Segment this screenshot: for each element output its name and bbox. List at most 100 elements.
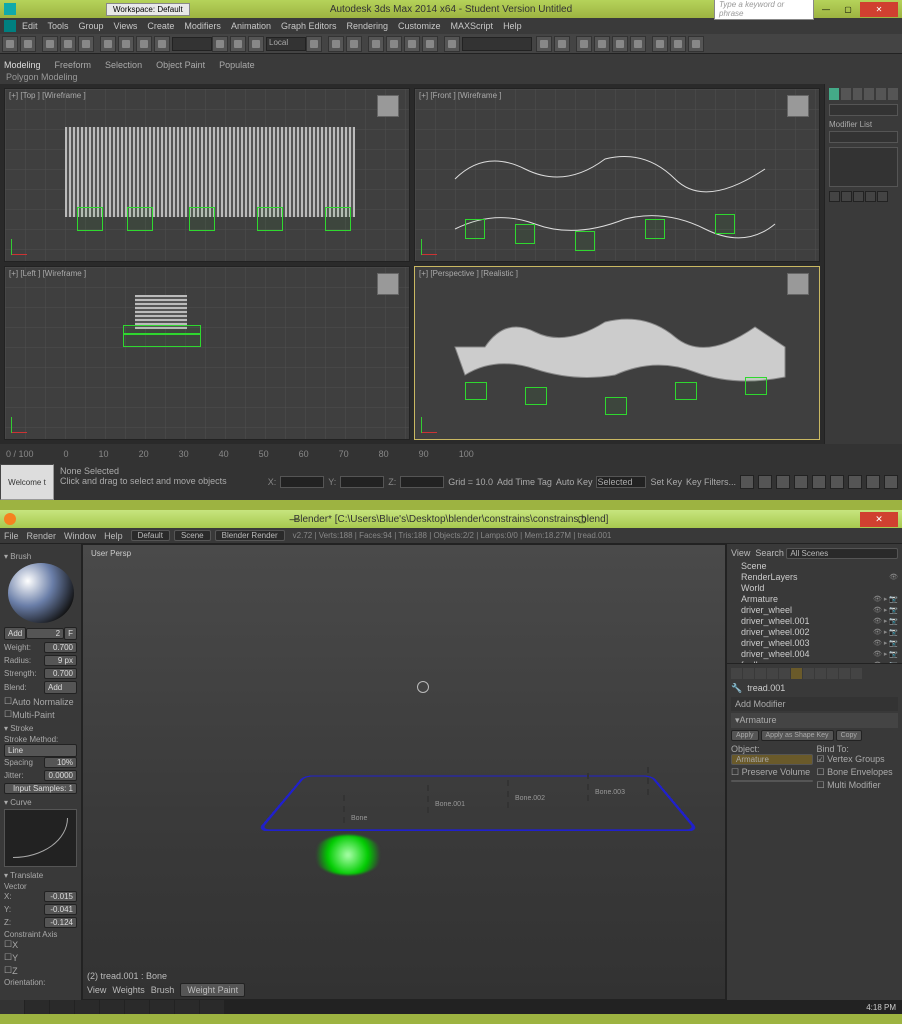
spline-front[interactable]: [445, 139, 785, 259]
selected-dropdown[interactable]: Selected: [596, 476, 646, 488]
tool-align-icon[interactable]: [554, 36, 570, 52]
brush-num[interactable]: 2: [26, 628, 64, 639]
tool-layer-icon[interactable]: [576, 36, 592, 52]
logo-icon[interactable]: [4, 20, 16, 32]
cy-check[interactable]: ☐: [4, 952, 12, 963]
viewnav-icon[interactable]: [848, 475, 862, 489]
renderer-dropdown[interactable]: Blender Render: [215, 530, 285, 541]
bone[interactable]: [583, 773, 593, 801]
menu-maxscript[interactable]: MAXScript: [451, 21, 494, 31]
menu-views[interactable]: Views: [114, 21, 138, 31]
tool-editnamed-icon[interactable]: [444, 36, 460, 52]
coord-y[interactable]: [340, 476, 384, 488]
mesh-top[interactable]: [65, 127, 355, 217]
tool-redo-icon[interactable]: [20, 36, 36, 52]
layout-dropdown[interactable]: Default: [131, 530, 170, 541]
tab-freeform[interactable]: Freeform: [55, 60, 92, 70]
viewport-top[interactable]: [+] [Top ] [Wireframe ]: [4, 88, 410, 262]
vgroup-field[interactable]: [731, 780, 813, 782]
autonorm-check[interactable]: ☐: [4, 696, 12, 707]
tool-link-icon[interactable]: [42, 36, 58, 52]
play-end-icon[interactable]: [812, 475, 826, 489]
menu-modifiers[interactable]: Modifiers: [184, 21, 221, 31]
tool-select-icon[interactable]: [100, 36, 116, 52]
menu-rendering[interactable]: Rendering: [347, 21, 389, 31]
taskbar-app[interactable]: [25, 1000, 49, 1014]
pin-stack-icon[interactable]: [829, 191, 840, 202]
tab-objectpaint[interactable]: Object Paint: [156, 60, 205, 70]
name-color-field[interactable]: [829, 104, 898, 116]
viewcube-icon[interactable]: [787, 273, 809, 295]
max-titlebar[interactable]: Workspace: Default Autodesk 3ds Max 2014…: [0, 0, 902, 18]
view-menu-brush[interactable]: Brush: [151, 985, 175, 995]
input-samples[interactable]: Input Samples: 1: [4, 783, 77, 794]
modifier-list-dropdown[interactable]: [829, 131, 898, 143]
tool-mirror-icon[interactable]: [536, 36, 552, 52]
viewport-left[interactable]: [+] [Left ] [Wireframe ]: [4, 266, 410, 440]
tool-percentsnap-icon[interactable]: [404, 36, 420, 52]
add-modifier-dropdown[interactable]: Add Modifier: [731, 697, 898, 711]
create-tab-icon[interactable]: [829, 88, 839, 100]
view-menu-view[interactable]: View: [87, 985, 106, 995]
timeline[interactable]: 0 / 100 0 10 20 30 40 50 60 70 80 90 100: [0, 444, 902, 464]
play-prev-icon[interactable]: [758, 475, 772, 489]
viewport-label[interactable]: [+] [Left ] [Wireframe ]: [9, 269, 86, 278]
outliner-item[interactable]: driver_wheel👁 ▸ 📷: [731, 605, 898, 615]
taskbar-app[interactable]: [200, 1000, 224, 1014]
bone-box[interactable]: [645, 219, 665, 239]
unique-icon[interactable]: [853, 191, 864, 202]
menu-animation[interactable]: Animation: [231, 21, 271, 31]
tool-spinner-icon[interactable]: [422, 36, 438, 52]
blend-dropdown[interactable]: Add: [44, 681, 77, 694]
viewcube-icon[interactable]: [377, 273, 399, 295]
menu-grapheditors[interactable]: Graph Editors: [281, 21, 337, 31]
display-tab-icon[interactable]: [876, 88, 886, 100]
taskbar-app[interactable]: [50, 1000, 74, 1014]
tool-scale-icon[interactable]: [248, 36, 264, 52]
bone[interactable]: [423, 785, 433, 813]
tool-keyboard-icon[interactable]: [346, 36, 362, 52]
minimize-icon[interactable]: —: [816, 2, 836, 17]
strokemethod-dropdown[interactable]: Line: [4, 744, 77, 757]
bone-box[interactable]: [123, 333, 201, 347]
outliner-item[interactable]: Scene: [731, 561, 898, 571]
tool-material-icon[interactable]: [630, 36, 646, 52]
modifiers-tab-icon[interactable]: [791, 668, 802, 679]
tab-populate[interactable]: Populate: [219, 60, 255, 70]
outliner-item[interactable]: driver_wheel.002👁 ▸ 📷: [731, 627, 898, 637]
setkey-button[interactable]: Set Key: [650, 477, 682, 487]
outliner-item[interactable]: driver_wheel.004👁 ▸ 📷: [731, 649, 898, 659]
tool-renderframe-icon[interactable]: [670, 36, 686, 52]
x-field[interactable]: -0.015: [44, 891, 77, 902]
refcoord-dropdown[interactable]: Local: [266, 37, 306, 51]
remove-icon[interactable]: [865, 191, 876, 202]
menu-edit[interactable]: Edit: [22, 21, 38, 31]
outliner-item[interactable]: driver_wheel.001👁 ▸ 📷: [731, 616, 898, 626]
tool-selectrect-icon[interactable]: [136, 36, 152, 52]
menu-help[interactable]: Help: [503, 21, 522, 31]
z-field[interactable]: -0.124: [44, 917, 77, 928]
autokey-button[interactable]: Auto Key: [556, 477, 593, 487]
bone-box[interactable]: [575, 231, 595, 251]
welcome-box[interactable]: Welcome t: [0, 464, 54, 500]
namedsel-dropdown[interactable]: [462, 37, 532, 51]
cz-check[interactable]: ☐: [4, 965, 12, 976]
tool-schematic-icon[interactable]: [612, 36, 628, 52]
mesh-left[interactable]: [135, 295, 187, 329]
bone[interactable]: [503, 780, 513, 808]
stroke-header[interactable]: ▾ Stroke: [4, 724, 77, 733]
bone-box[interactable]: [189, 207, 215, 231]
tread-mesh[interactable]: [257, 775, 700, 831]
clock[interactable]: 4:18 PM: [866, 1003, 902, 1012]
mode-dropdown[interactable]: Weight Paint: [180, 983, 245, 997]
bone-box[interactable]: [325, 207, 351, 231]
taskbar-app[interactable]: [100, 1000, 124, 1014]
translate-header[interactable]: ▾ Translate: [4, 871, 77, 880]
add-brush-button[interactable]: Add: [4, 627, 26, 640]
play-next-icon[interactable]: [794, 475, 808, 489]
menu-file[interactable]: File: [4, 531, 19, 541]
tool-anglesnap-icon[interactable]: [386, 36, 402, 52]
copy-button[interactable]: Copy: [836, 730, 862, 741]
taskbar-app[interactable]: [150, 1000, 174, 1014]
keyfilters-button[interactable]: Key Filters...: [686, 477, 736, 487]
